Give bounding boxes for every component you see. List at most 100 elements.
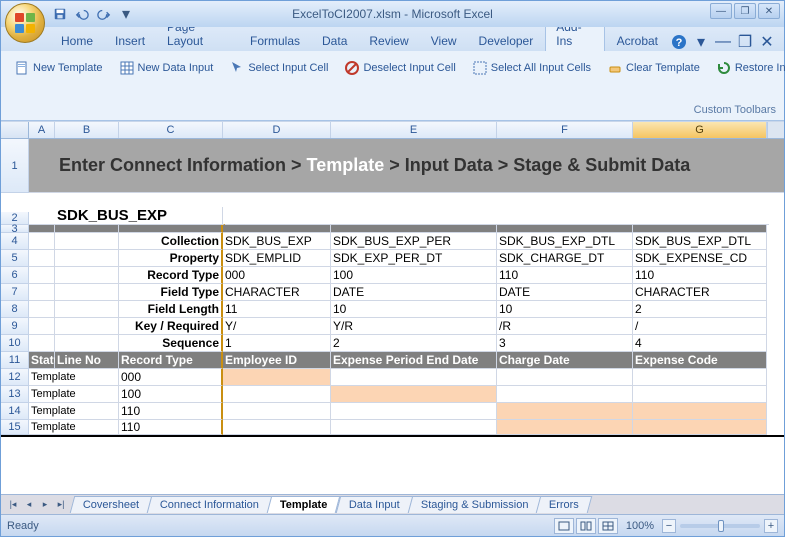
tab-view[interactable]: View: [421, 31, 467, 51]
cell[interactable]: [29, 139, 55, 193]
zoom-out-button[interactable]: −: [662, 519, 676, 533]
cell[interactable]: [29, 301, 55, 318]
header-status[interactable]: Status: [29, 352, 55, 369]
row-header[interactable]: 4: [1, 233, 29, 250]
minimize-button[interactable]: —: [710, 3, 732, 19]
cell[interactable]: DATE: [331, 284, 497, 301]
cell-status[interactable]: Template: [29, 386, 119, 403]
row-header[interactable]: 10: [1, 335, 29, 352]
cell[interactable]: 10: [331, 301, 497, 318]
sheet-nav-first-icon[interactable]: |◂: [5, 497, 21, 513]
cell-status[interactable]: Template: [29, 403, 119, 420]
cell[interactable]: [55, 250, 119, 267]
cell-status[interactable]: Template: [29, 369, 119, 386]
cell[interactable]: [497, 386, 633, 403]
cell[interactable]: 4: [633, 335, 767, 352]
cell[interactable]: 2: [331, 335, 497, 352]
row-header[interactable]: 6: [1, 267, 29, 284]
tab-insert[interactable]: Insert: [105, 31, 155, 51]
workbook-restore-icon[interactable]: ❐: [736, 33, 754, 51]
tab-home[interactable]: Home: [51, 31, 103, 51]
label-sequence[interactable]: Sequence: [119, 335, 223, 352]
tab-developer[interactable]: Developer: [469, 31, 544, 51]
header-employee-id[interactable]: Employee ID: [223, 352, 331, 369]
sheet-tab-data-input[interactable]: Data Input: [336, 496, 413, 513]
cell[interactable]: Y/: [223, 318, 331, 335]
cell[interactable]: [29, 250, 55, 267]
cell[interactable]: [331, 386, 497, 403]
row-header[interactable]: 14: [1, 403, 29, 420]
cell[interactable]: [497, 403, 633, 420]
col-header-e[interactable]: E: [331, 122, 497, 138]
cell[interactable]: [331, 369, 497, 386]
workbook-minimize-icon[interactable]: —: [714, 33, 732, 51]
select-input-cell-button[interactable]: Select Input Cell: [224, 57, 333, 79]
col-header-d[interactable]: D: [223, 122, 331, 138]
cell[interactable]: /R: [497, 318, 633, 335]
qat-dropdown-icon[interactable]: ▾: [117, 5, 135, 23]
cell-record-type[interactable]: 100: [119, 386, 223, 403]
undo-icon[interactable]: [73, 5, 91, 23]
row-header[interactable]: 15: [1, 420, 29, 435]
new-template-button[interactable]: New Template: [9, 57, 108, 79]
cell[interactable]: [55, 335, 119, 352]
header-expense-period[interactable]: Expense Period End Date: [331, 352, 497, 369]
cell[interactable]: SDK_EXPENSE_CD: [633, 250, 767, 267]
cell[interactable]: [633, 369, 767, 386]
zoom-in-button[interactable]: +: [764, 519, 778, 533]
header-lineno[interactable]: Line No: [55, 352, 119, 369]
workbook-close-icon[interactable]: ✕: [758, 33, 776, 51]
cell[interactable]: [55, 267, 119, 284]
row-header[interactable]: 11: [1, 352, 29, 369]
row-header[interactable]: 13: [1, 386, 29, 403]
deselect-input-cell-button[interactable]: Deselect Input Cell: [339, 57, 460, 79]
clear-template-button[interactable]: Clear Template: [602, 57, 705, 79]
row-header[interactable]: 3: [1, 225, 29, 233]
cell[interactable]: [29, 225, 55, 233]
cell-record-type[interactable]: 000: [119, 369, 223, 386]
cell[interactable]: [633, 225, 767, 233]
cell[interactable]: SDK_BUS_EXP: [223, 233, 331, 250]
cell[interactable]: CHARACTER: [223, 284, 331, 301]
cell[interactable]: 110: [497, 267, 633, 284]
cell[interactable]: [223, 225, 331, 233]
view-normal-icon[interactable]: [554, 518, 574, 534]
cell[interactable]: [331, 403, 497, 420]
sheet-tab-coversheet[interactable]: Coversheet: [70, 496, 153, 513]
row-header[interactable]: 12: [1, 369, 29, 386]
cell[interactable]: 11: [223, 301, 331, 318]
cell[interactable]: [497, 225, 633, 233]
cell[interactable]: [497, 369, 633, 386]
tab-acrobat[interactable]: Acrobat: [607, 31, 668, 51]
sheet-tab-template[interactable]: Template: [267, 496, 341, 513]
cell[interactable]: [55, 318, 119, 335]
cell[interactable]: [29, 233, 55, 250]
header-record-type[interactable]: Record Type: [119, 352, 223, 369]
row-header[interactable]: 8: [1, 301, 29, 318]
cell[interactable]: SDK_BUS_EXP_DTL: [497, 233, 633, 250]
col-header-b[interactable]: B: [55, 122, 119, 138]
new-data-input-button[interactable]: New Data Input: [114, 57, 219, 79]
label-record-type[interactable]: Record Type: [119, 267, 223, 284]
view-page-layout-icon[interactable]: [576, 518, 596, 534]
cell[interactable]: 100: [331, 267, 497, 284]
record-name-cell[interactable]: SDK_BUS_EXP: [55, 207, 223, 225]
sheet-tab-errors[interactable]: Errors: [536, 496, 593, 513]
window-state-dropdown-icon[interactable]: ▾: [692, 33, 710, 51]
redo-icon[interactable]: [95, 5, 113, 23]
cell[interactable]: [497, 420, 633, 435]
col-header-g[interactable]: G: [633, 122, 767, 138]
tab-review[interactable]: Review: [359, 31, 418, 51]
cell[interactable]: [29, 267, 55, 284]
cell[interactable]: [633, 420, 767, 435]
cell[interactable]: [633, 403, 767, 420]
cell[interactable]: Y/R: [331, 318, 497, 335]
cell[interactable]: [55, 301, 119, 318]
label-key-required[interactable]: Key / Required: [119, 318, 223, 335]
cell-status[interactable]: Template: [29, 420, 119, 435]
label-field-length[interactable]: Field Length: [119, 301, 223, 318]
cell[interactable]: [633, 386, 767, 403]
cell[interactable]: [223, 403, 331, 420]
label-field-type[interactable]: Field Type: [119, 284, 223, 301]
restore-input-button[interactable]: Restore Input: [711, 57, 785, 79]
